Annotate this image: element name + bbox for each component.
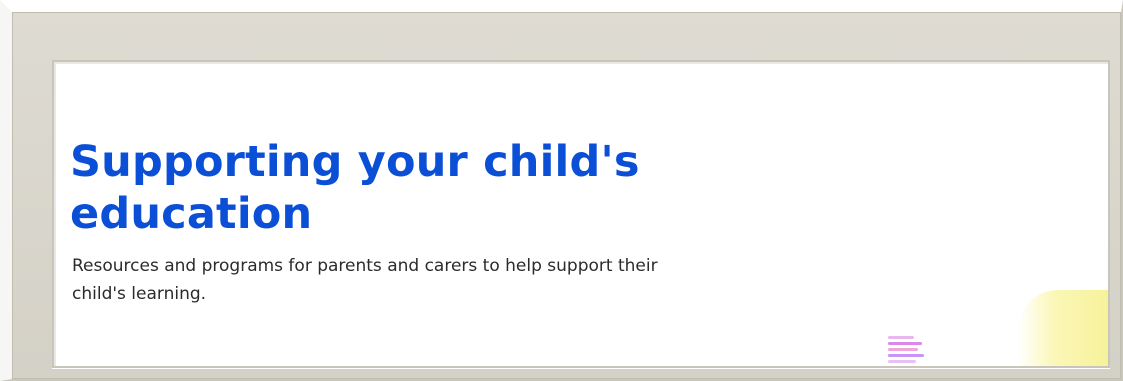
decorative-stripes-graphic	[888, 330, 928, 366]
decorative-stripe	[888, 336, 914, 339]
page-description: Resources and programs for parents and c…	[72, 252, 862, 308]
screenshot-frame: Supporting your child's education Resour…	[0, 0, 1123, 381]
page-title-line-2: education	[70, 189, 313, 239]
page-title: Supporting your child's education	[70, 136, 750, 240]
decorative-stripe	[888, 342, 922, 345]
decorative-stripe	[888, 354, 924, 357]
decorative-stripe	[888, 360, 916, 363]
decorative-yellow-shape	[1018, 290, 1108, 366]
page-description-line-1: Resources and programs for parents and c…	[72, 256, 658, 276]
hero-panel: Supporting your child's education Resour…	[52, 60, 1110, 368]
page-title-line-1: Supporting your child's	[70, 137, 640, 187]
page-description-line-2: child's learning.	[72, 284, 207, 304]
decorative-stripe	[888, 348, 918, 351]
